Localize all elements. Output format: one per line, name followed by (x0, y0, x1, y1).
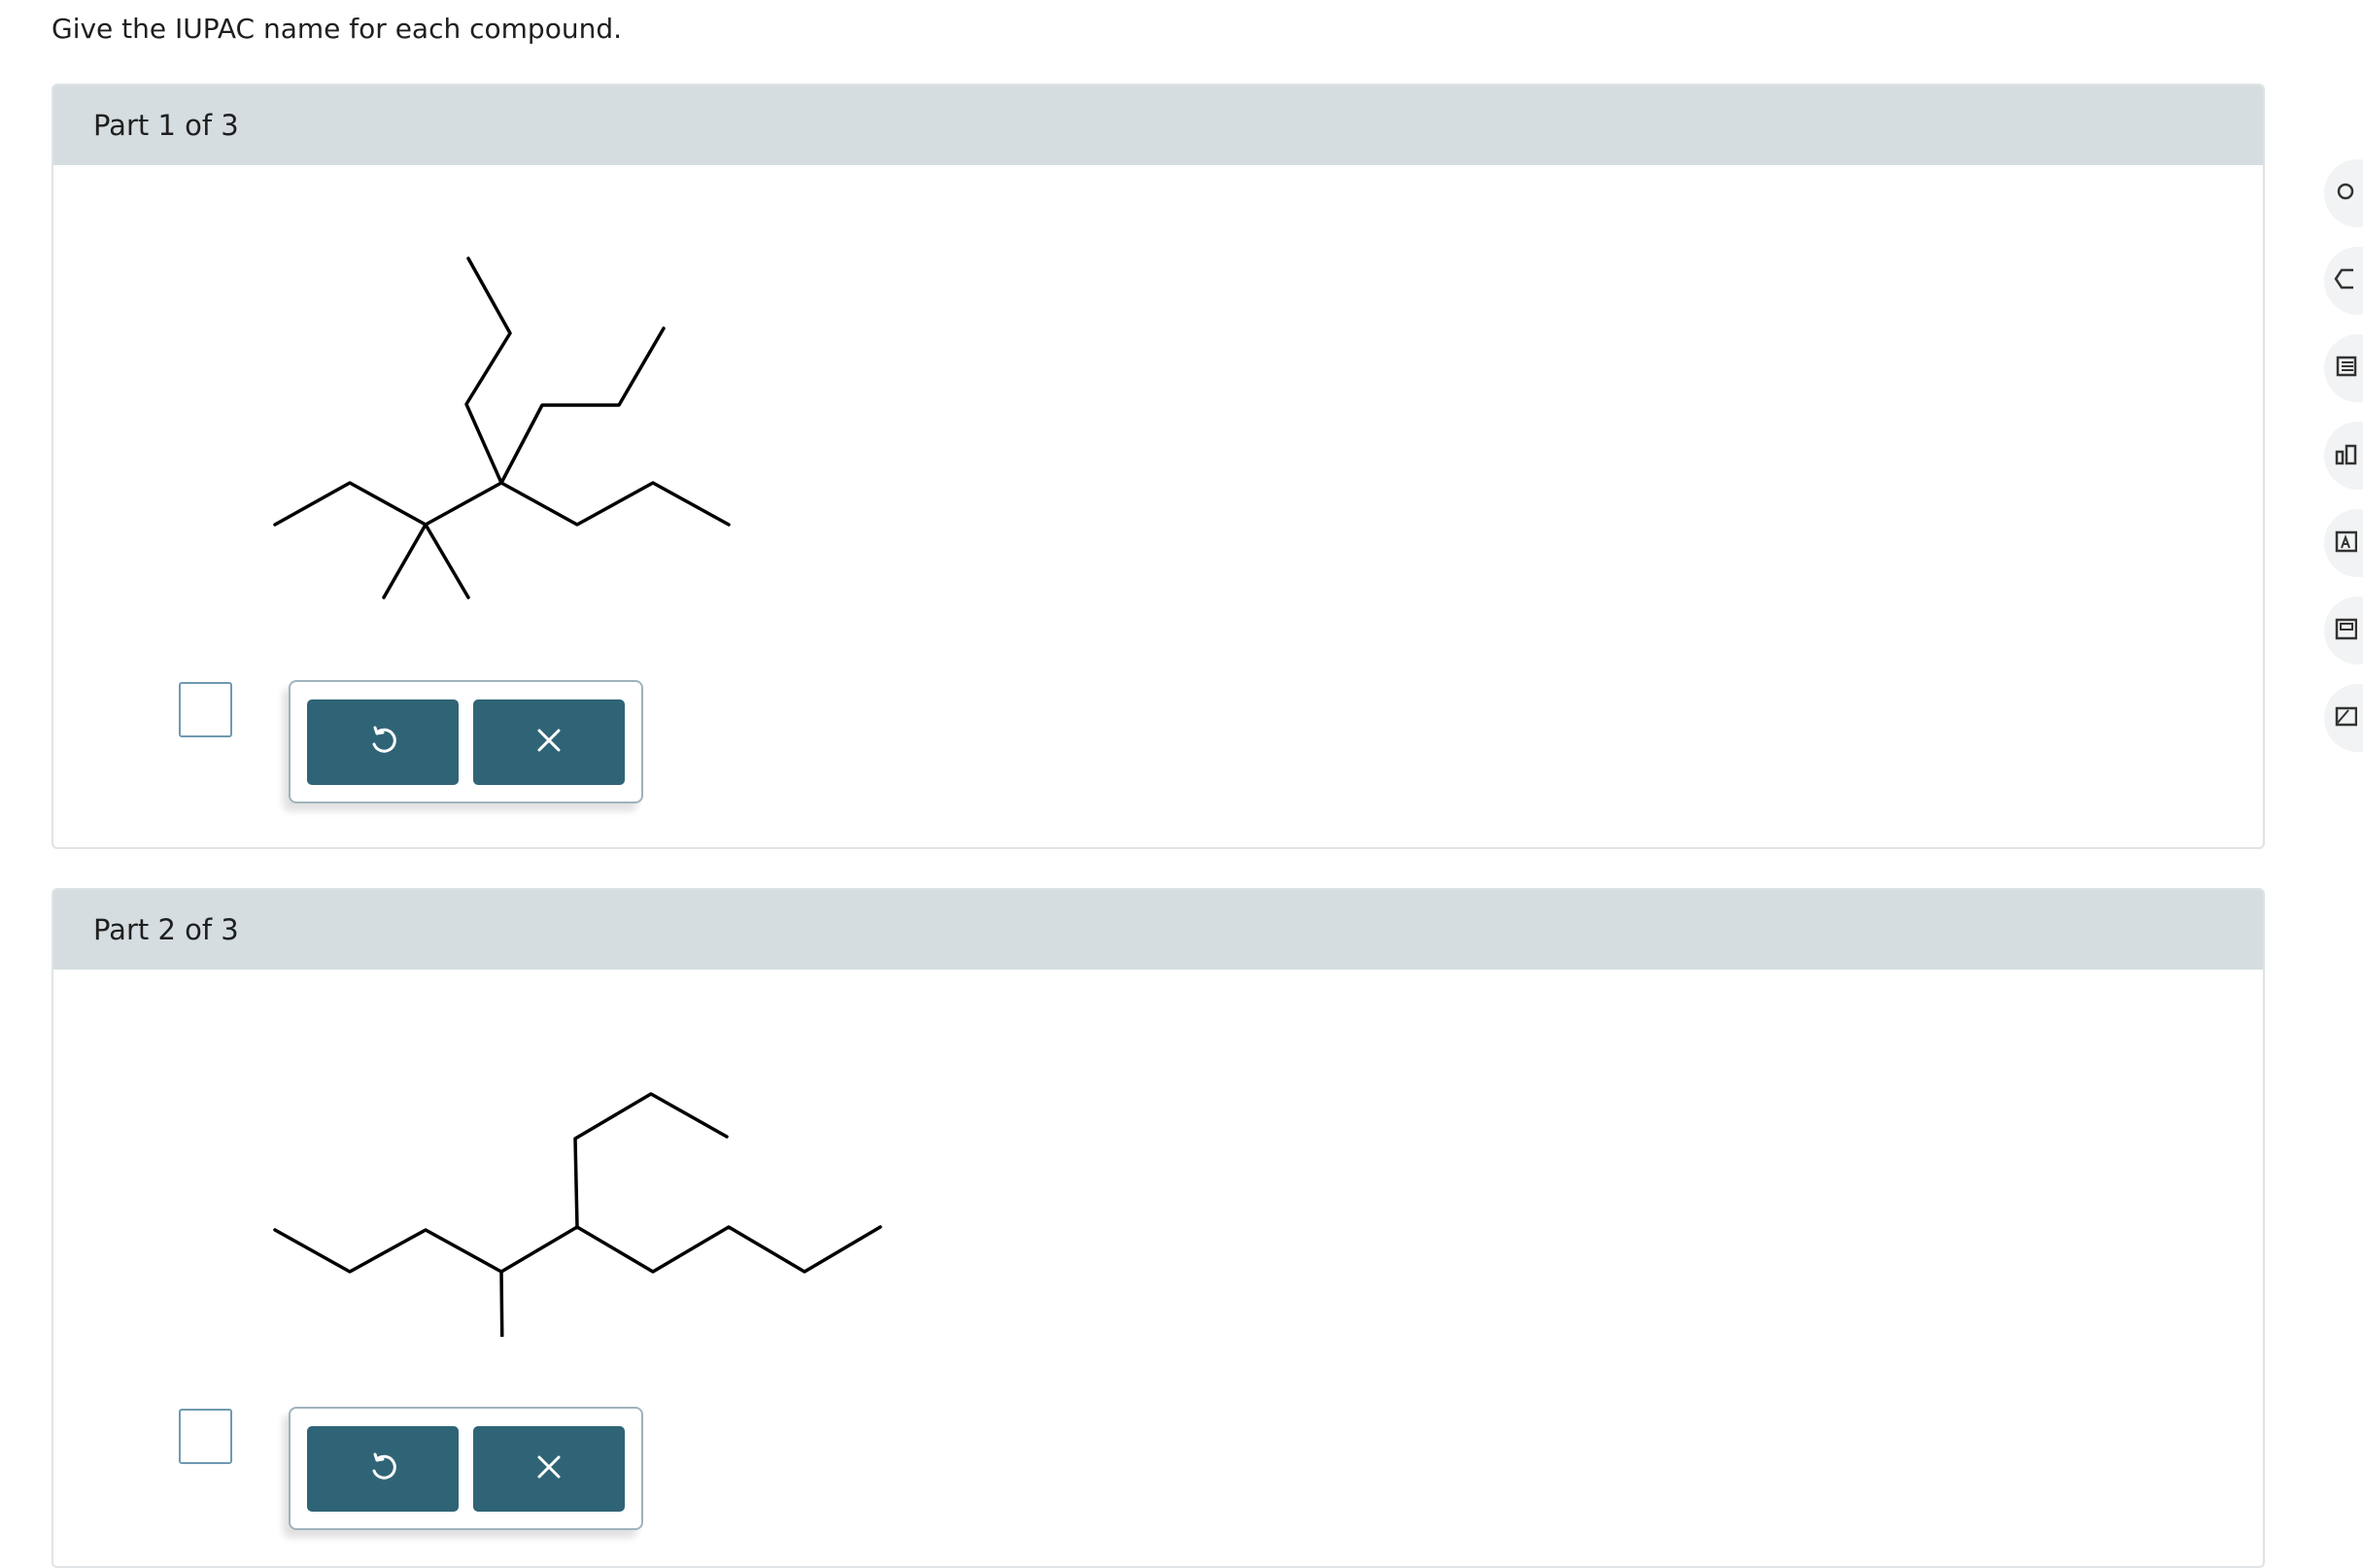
chart-tool-button[interactable] (2324, 422, 2363, 490)
book-icon (2334, 617, 2358, 644)
hint-icon (2334, 180, 2357, 207)
part-2-panel: Part 2 of 3 (51, 888, 2265, 1568)
message-icon (2334, 704, 2358, 732)
part-2-undo-button[interactable] (307, 1426, 459, 1512)
part-1-answer-input[interactable] (179, 682, 232, 737)
part-1-header: Part 1 of 3 (53, 85, 2263, 165)
message-tool-button[interactable] (2324, 684, 2363, 752)
part-1-molecule-structure (219, 241, 763, 630)
undo-icon (367, 1451, 398, 1486)
part-2-answer-input[interactable] (179, 1409, 232, 1464)
part-1-clear-button[interactable] (473, 699, 625, 785)
tag-tool-button[interactable] (2324, 247, 2363, 315)
book-tool-button[interactable] (2324, 597, 2363, 665)
hint-tool-button[interactable] (2324, 159, 2363, 227)
tag-icon (2334, 267, 2357, 294)
part-2-molecule-structure (219, 1045, 918, 1337)
part-2-clear-button[interactable] (473, 1426, 625, 1512)
notes-tool-button[interactable] (2324, 334, 2363, 402)
part-2-header: Part 2 of 3 (53, 890, 2263, 970)
instructions-text: Give the IUPAC name for each compound. (51, 13, 622, 45)
chart-icon (2334, 442, 2357, 469)
glossary-tool-button[interactable] (2324, 509, 2363, 577)
close-icon (535, 727, 563, 758)
undo-icon (367, 725, 398, 760)
part-2-button-group (289, 1407, 643, 1530)
part-1-undo-button[interactable] (307, 699, 459, 785)
glossary-icon (2334, 529, 2358, 557)
notes-icon (2334, 355, 2357, 382)
close-icon (535, 1453, 563, 1484)
part-1-button-group (289, 680, 643, 803)
part-1-panel: Part 1 of 3 (51, 84, 2265, 849)
